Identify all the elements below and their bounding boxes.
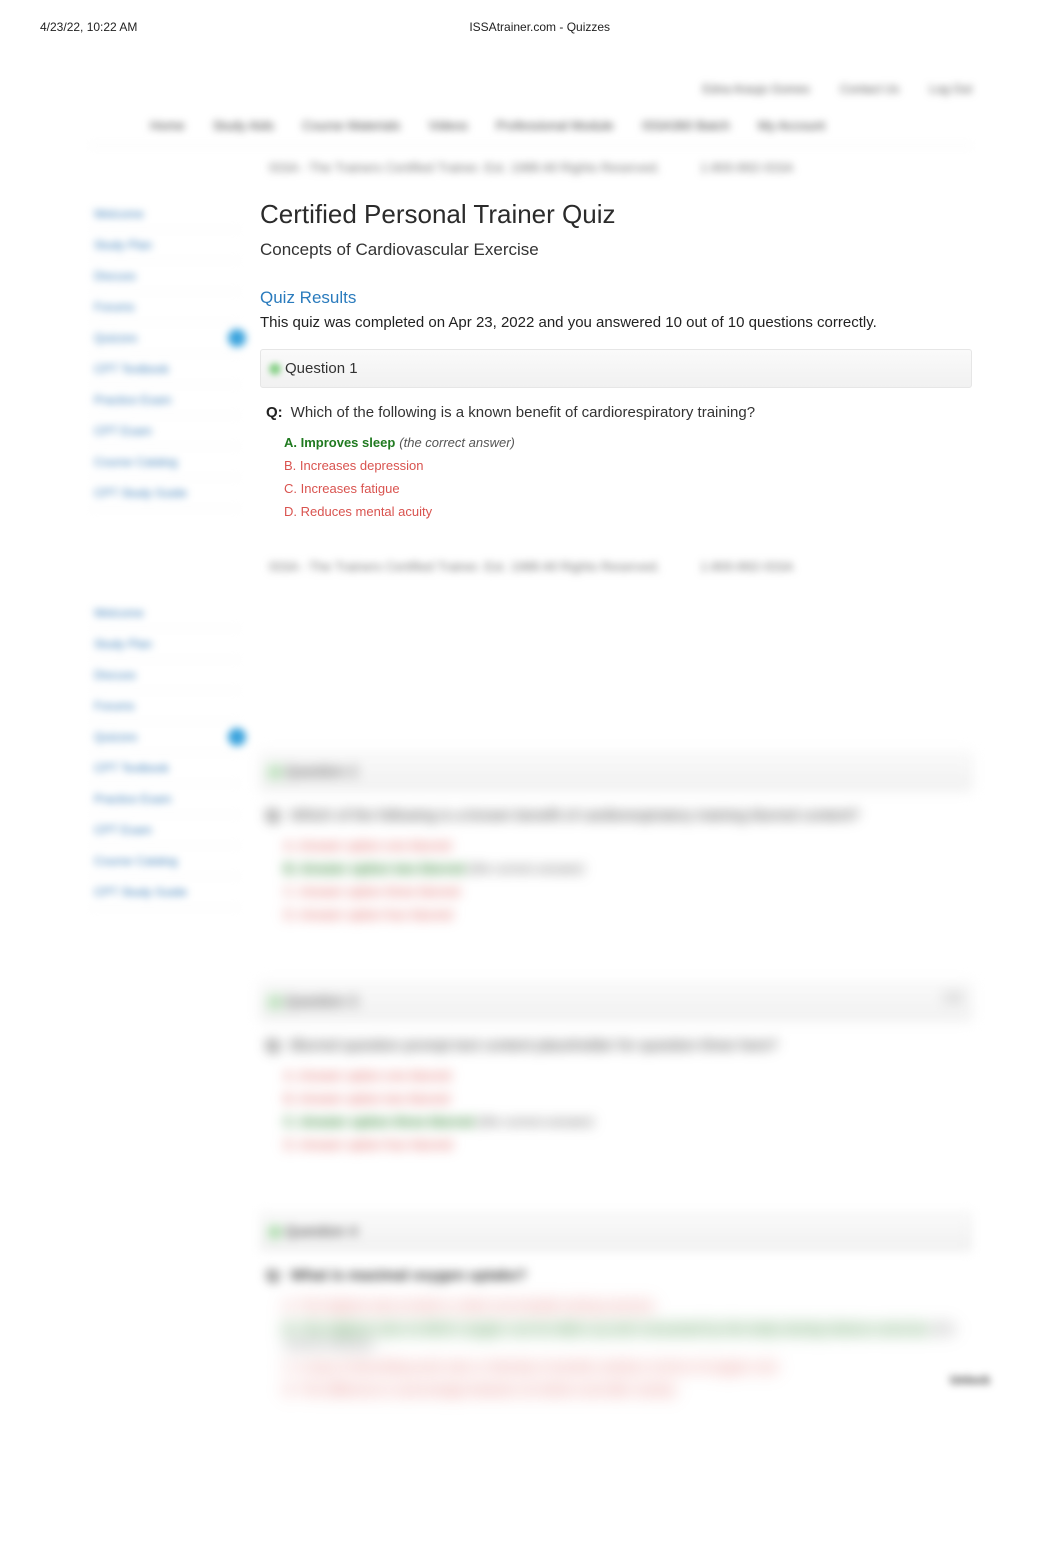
question-header: Question 1 (260, 349, 972, 388)
question-number: Question 2 (285, 763, 358, 780)
status-correct-icon (269, 766, 281, 778)
sidebar-item-discuss[interactable]: Discuss (90, 660, 240, 691)
answer-option: D. Answer option four blurred (284, 907, 966, 922)
answer-option: A. Improves sleep(the correct answer) (284, 435, 966, 450)
copyright-line: ISSA - The Trainers Certified Trainer. E… (269, 559, 660, 574)
question-number: Question 4 (285, 1223, 358, 1240)
sidebar-item-forums[interactable]: Forums (90, 292, 240, 323)
sidebar-item-cpt-study-guide[interactable]: CPT Study Guide (90, 877, 240, 908)
phone-number: 1-800-892-ISSA (700, 160, 793, 175)
question-header: Question 4 (260, 1212, 972, 1251)
nav-pro-module[interactable]: Professional Module (496, 118, 614, 133)
account-bar: Edna Araujo Gomes Contact Us Log Out (90, 74, 972, 110)
answer-option: D. Reduces mental acuity (284, 504, 966, 519)
footer-bar-top: ISSA - The Trainers Certified Trainer. E… (90, 146, 972, 193)
sidebar-item-quizzes[interactable]: Quizzes (90, 323, 240, 354)
sidebar-item-practice-exam[interactable]: Practice Exam (90, 385, 240, 416)
sidebar-item-study-plan[interactable]: Study Plan (90, 230, 240, 261)
q-label: Q: (266, 1037, 283, 1054)
sidebar: Welcome Study Plan Discuss Forums Quizze… (90, 592, 240, 908)
q-label: Q: (266, 807, 283, 824)
active-dot-icon (228, 329, 246, 347)
answer-option: B. Answer option two blurred (284, 1091, 966, 1106)
sidebar-item-study-plan[interactable]: Study Plan (90, 629, 240, 660)
sidebar-item-forums[interactable]: Forums (90, 691, 240, 722)
nav-issa360[interactable]: ISSA360 Batch (642, 118, 730, 133)
copyright-line: ISSA - The Trainers Certified Trainer. E… (269, 160, 660, 175)
answer-option: A. The highest rate at which a client ca… (284, 1298, 966, 1313)
status-correct-icon (269, 1226, 281, 1238)
sidebar: Welcome Study Plan Discuss Forums Quizze… (90, 193, 240, 509)
question-header: Question 3 1 pt (260, 982, 972, 1021)
welcome-user: Edna Araujo Gomes (703, 82, 810, 96)
answer-option: A. Answer option one blurred (284, 1068, 966, 1083)
answer-option: C. Increases fatigue (284, 481, 966, 496)
question-prompt: What is maximal oxygen uptake? (291, 1267, 527, 1284)
quiz-content: Certified Personal Trainer Quiz Concepts… (260, 193, 972, 545)
question-prompt: Blurred question prompt text content pla… (291, 1037, 778, 1054)
question-block: Question 4 Q: What is maximal oxygen upt… (260, 1212, 972, 1397)
answer-option: A. Answer option one blurred (284, 838, 966, 853)
print-title: ISSAtrainer.com - Quizzes (469, 20, 610, 34)
sidebar-item-welcome[interactable]: Welcome (90, 199, 240, 230)
results-summary: This quiz was completed on Apr 23, 2022 … (260, 314, 972, 331)
quiz-content-blurred: Question 2 Q: Which of the following is … (260, 592, 972, 1423)
status-correct-icon (269, 996, 281, 1008)
question-block: Question 1 Q: Which of the following is … (260, 349, 972, 519)
sidebar-item-welcome[interactable]: Welcome (90, 598, 240, 629)
answer-option: B. The highest rate at which oxygen can … (284, 1321, 966, 1351)
question-prompt: Which of the following is a known benefi… (291, 404, 755, 421)
sidebar-item-cpt-exam[interactable]: CPT Exam (90, 815, 240, 846)
nav-study-aids[interactable]: Study Aids (213, 118, 274, 133)
main-nav: Home Study Aids Course Materials Videos … (90, 110, 972, 146)
active-dot-icon (228, 728, 246, 746)
question-number: Question 1 (285, 360, 358, 377)
sidebar-item-practice-exam[interactable]: Practice Exam (90, 784, 240, 815)
nav-course-materials[interactable]: Course Materials (302, 118, 400, 133)
q-label: Q: (266, 404, 283, 421)
point-tag: 1 pt (943, 991, 961, 1003)
answer-option: C. Answer option three blurred(the corre… (284, 1114, 966, 1129)
sidebar-item-cpt-exam[interactable]: CPT Exam (90, 416, 240, 447)
results-heading: Quiz Results (260, 288, 972, 308)
print-header: 4/23/22, 10:22 AM ISSAtrainer.com - Quiz… (0, 0, 1062, 44)
sidebar-item-cpt-textbook[interactable]: CPT Textbook (90, 753, 240, 784)
sidebar-item-cpt-study-guide[interactable]: CPT Study Guide (90, 478, 240, 509)
footer-bar-mid: ISSA - The Trainers Certified Trainer. E… (90, 545, 972, 592)
answer-option: C. A way of describing work rate or inte… (284, 1359, 966, 1374)
question-block: Question 3 1 pt Q: Blurred question prom… (260, 982, 972, 1152)
nav-my-account[interactable]: My Account (758, 118, 825, 133)
page-title: Certified Personal Trainer Quiz (260, 199, 972, 230)
question-block: Question 2 Q: Which of the following is … (260, 752, 972, 922)
logout-link[interactable]: Log Out (929, 82, 972, 96)
answer-option: B. Answer option two blurred(the correct… (284, 861, 966, 876)
sidebar-item-discuss[interactable]: Discuss (90, 261, 240, 292)
phone-number: 1-800-892-ISSA (700, 559, 793, 574)
print-datetime: 4/23/22, 10:22 AM (40, 20, 137, 34)
page-subtitle: Concepts of Cardiovascular Exercise (260, 240, 972, 260)
question-number: Question 3 (285, 993, 358, 1010)
sidebar-item-course-catalog[interactable]: Course Catalog (90, 846, 240, 877)
sidebar-item-quizzes[interactable]: Quizzes (90, 722, 240, 753)
answer-option: D. Answer option four blurred (284, 1137, 966, 1152)
nav-home[interactable]: Home (150, 118, 185, 133)
q-label: Q: (266, 1267, 283, 1284)
status-correct-icon (269, 363, 281, 375)
answer-option: B. Increases depression (284, 458, 966, 473)
unlock-badge[interactable]: Unlock (950, 1373, 990, 1387)
contact-link[interactable]: Contact Us (840, 82, 899, 96)
sidebar-item-course-catalog[interactable]: Course Catalog (90, 447, 240, 478)
question-prompt: Which of the following is a known benefi… (291, 807, 860, 824)
sidebar-item-cpt-textbook[interactable]: CPT Textbook (90, 354, 240, 385)
question-header: Question 2 (260, 752, 972, 791)
nav-videos[interactable]: Videos (428, 118, 468, 133)
answer-option: C. Answer option three blurred (284, 884, 966, 899)
answer-option: D. The difference in percentage between … (284, 1382, 966, 1397)
